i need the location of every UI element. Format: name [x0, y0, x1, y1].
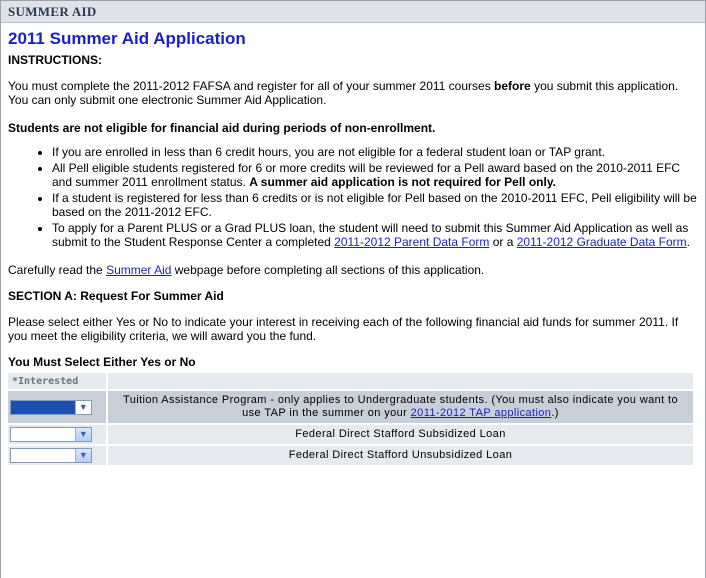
graduate-data-form-link[interactable]: 2011-2012 Graduate Data Form	[517, 235, 687, 249]
unsubsidized-loan-select[interactable]: ▼	[10, 448, 92, 463]
list-item: If a student is registered for less than…	[52, 191, 697, 219]
careful-paragraph: Carefully read the Summer Aid webpage be…	[8, 263, 697, 277]
chevron-down-icon: ▼	[75, 428, 91, 441]
tap-select-cell: ▼	[8, 391, 106, 423]
intro-emphasis: before	[494, 79, 531, 93]
list-item: If you are enrolled in less than 6 credi…	[52, 145, 697, 159]
parent-data-form-link[interactable]: 2011-2012 Parent Data Form	[334, 235, 489, 249]
tap-description-text: Tuition Assistance Program - only applie…	[122, 394, 678, 419]
table-row: ▼ Federal Direct Stafford Subsidized Loa…	[8, 425, 693, 444]
eligibility-list: If you are enrolled in less than 6 credi…	[8, 145, 697, 249]
tap-description: Tuition Assistance Program - only applie…	[108, 391, 693, 423]
list-item: To apply for a Parent PLUS or a Grad PLU…	[52, 221, 697, 249]
page-title: 2011 Summer Aid Application	[8, 29, 246, 48]
table-row: ▼ Tuition Assistance Program - only appl…	[8, 391, 693, 423]
instructions-heading: INSTRUCTIONS:	[8, 53, 102, 67]
interested-column-header: *Interested	[8, 373, 106, 389]
careful-text: Carefully read the	[8, 263, 107, 277]
list-item-text: or a	[489, 235, 517, 249]
intro-text: You must complete the 2011-2012 FAFSA an…	[8, 79, 495, 93]
subsidized-loan-label: Federal Direct Stafford Subsidized Loan	[108, 425, 693, 444]
list-item-text: .	[686, 235, 690, 249]
eligibility-note: Students are not eligible for financial …	[8, 121, 436, 135]
chevron-down-icon: ▼	[75, 400, 91, 414]
table-header-row: *Interested	[8, 373, 693, 389]
tap-application-link[interactable]: 2011-2012 TAP application	[411, 407, 552, 419]
list-item-emphasis: A summer aid application is not required…	[249, 175, 556, 189]
table-row: ▼ Federal Direct Stafford Unsubsidized L…	[8, 446, 693, 465]
section-a-text: Please select either Yes or No to indica…	[8, 315, 679, 343]
panel-header: SUMMER AID	[1, 1, 705, 23]
unsubsidized-select-cell: ▼	[8, 446, 106, 465]
intro-paragraph: You must complete the 2011-2012 FAFSA an…	[8, 79, 697, 107]
unsubsidized-loan-label: Federal Direct Stafford Unsubsidized Loa…	[108, 446, 693, 465]
summer-aid-panel: SUMMER AID 2011 Summer Aid Application I…	[0, 0, 706, 578]
must-select-heading: You Must Select Either Yes or No	[8, 355, 196, 369]
list-item: All Pell eligible students registered fo…	[52, 161, 697, 189]
aid-selection-table: *Interested ▼ Tuition Assistance Program…	[6, 371, 695, 467]
chevron-down-icon: ▼	[75, 449, 91, 462]
panel-content: 2011 Summer Aid Application INSTRUCTIONS…	[1, 29, 705, 467]
subsidized-loan-select[interactable]: ▼	[10, 427, 92, 442]
careful-text-end: webpage before completing all sections o…	[171, 263, 485, 277]
tap-description-end: .)	[551, 407, 559, 419]
subsidized-select-cell: ▼	[8, 425, 106, 444]
section-a-title: SECTION A: Request For Summer Aid	[8, 289, 224, 303]
tap-interest-select[interactable]: ▼	[10, 399, 92, 415]
description-column-header	[108, 373, 693, 389]
summer-aid-link[interactable]: Summer Aid	[106, 263, 171, 277]
